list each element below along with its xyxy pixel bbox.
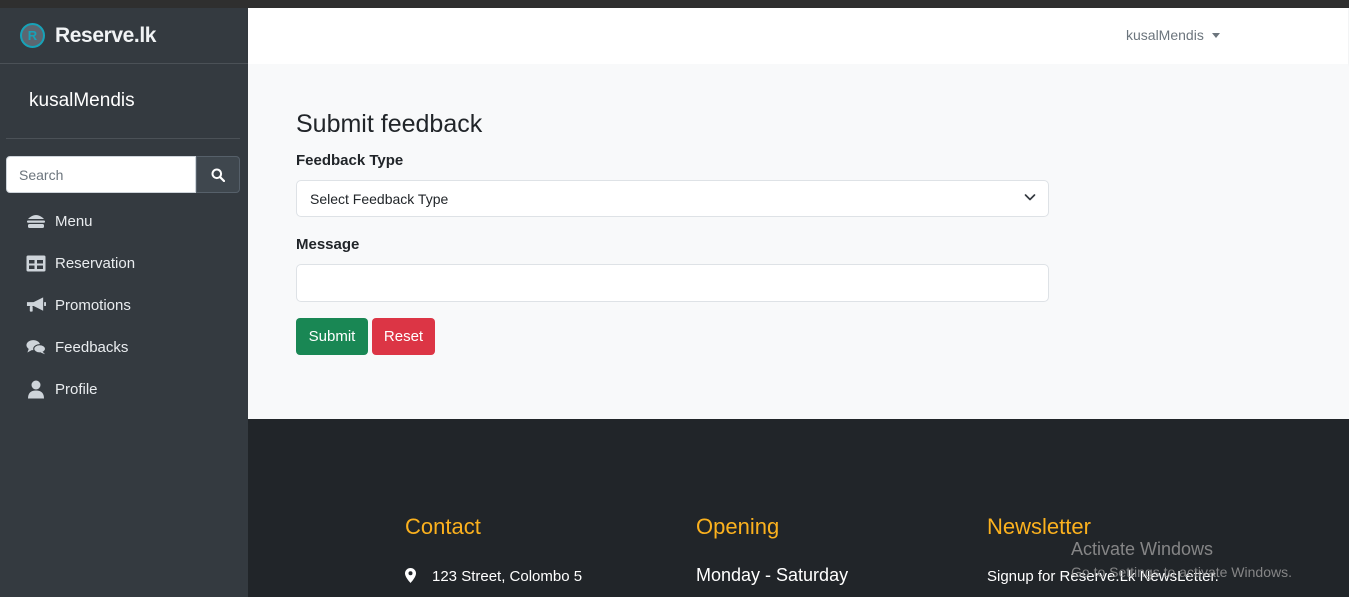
message-field[interactable] [296,264,1049,302]
footer-opening-days: Monday - Saturday [696,565,849,585]
brand-logo-icon: R [20,23,45,48]
table-grid-icon [26,253,46,273]
sidebar-item-label: Menu [55,212,93,230]
sidebar-item-profile[interactable]: Profile [0,368,248,410]
feedback-type-select[interactable]: Select Feedback Type [296,180,1049,217]
sidebar: R Reserve.lk kusalMendis Menu [0,8,248,597]
footer-contact-title: Contact [405,514,481,539]
submit-button[interactable]: Submit [296,318,368,355]
sidebar-item-menu[interactable]: Menu [0,200,248,242]
browser-top-strip [0,0,1349,8]
top-navbar: kusalMendis [248,8,1348,64]
footer-newsletter-title: Newsletter [987,514,1091,539]
hamburger-food-icon [26,211,46,231]
reset-button[interactable]: Reset [372,318,435,355]
sidebar-item-promotions[interactable]: Promotions [0,284,248,326]
sidebar-item-label: Reservation [55,254,136,272]
search-icon [211,168,225,182]
feedback-type-label: Feedback Type [296,152,404,169]
search-input[interactable] [6,156,196,193]
windows-activation-watermark-title: Activate Windows [1071,539,1214,559]
page-title: Submit feedback [296,110,483,138]
sidebar-user-name[interactable]: kusalMendis [29,90,135,112]
footer-opening-title: Opening [696,514,780,539]
megaphone-icon [26,295,46,315]
sidebar-item-label: Promotions [55,296,131,314]
message-label: Message [296,236,360,253]
feedback-type-selected-value: Select Feedback Type [310,190,449,207]
brand-name: Reserve.lk [55,23,157,47]
sidebar-nav: Menu Reservation Promotions Feedbacks Pr… [0,200,248,410]
sidebar-item-label: Feedbacks [55,338,129,356]
user-icon [26,379,46,399]
caret-down-icon [1211,32,1220,38]
footer-address: 123 Street, Colombo 5 [432,568,583,585]
search-button[interactable] [196,156,240,193]
sidebar-item-feedbacks[interactable]: Feedbacks [0,326,248,368]
user-menu-label: kusalMendis [1126,27,1204,43]
windows-activation-watermark-text: Go to Settings to activate Windows. [1071,564,1292,580]
sidebar-user-panel[interactable]: kusalMendis [6,64,240,139]
brand[interactable]: R Reserve.lk [0,8,248,64]
comments-icon [26,337,46,357]
user-menu-dropdown[interactable]: kusalMendis [1126,27,1220,43]
sidebar-search [6,156,240,193]
chevron-down-icon [1024,194,1036,201]
main-content: Submit feedback Feedback Type Select Fee… [248,64,1348,419]
sidebar-item-reservation[interactable]: Reservation [0,242,248,284]
map-marker-icon [405,568,416,583]
sidebar-item-label: Profile [55,380,98,398]
